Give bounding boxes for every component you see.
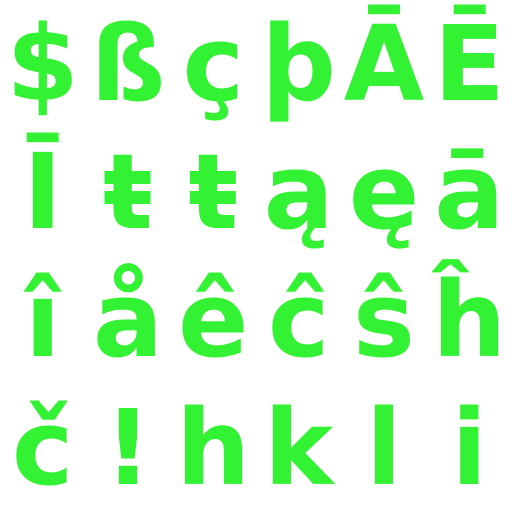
glyph-tile: l xyxy=(366,387,402,509)
glyph-tile: ę xyxy=(348,131,420,253)
glyph-tile: h xyxy=(176,387,251,509)
glyph-tile: ā xyxy=(434,131,505,253)
glyph-tile: ą xyxy=(263,131,334,253)
glyph-tile: Ī xyxy=(23,131,63,253)
glyph-tile: ß xyxy=(90,3,166,125)
glyph-tile: ç xyxy=(182,3,245,125)
glyph-tile: ĥ xyxy=(432,259,507,381)
glyph-tile: k xyxy=(264,387,334,509)
glyph-tile: ĉ xyxy=(267,259,330,381)
glyph-tile: Ē xyxy=(433,3,505,125)
glyph-tile: å xyxy=(92,259,164,381)
glyph-tile: Ā xyxy=(343,3,425,125)
glyph-sheet: $ ß ç þ Ā Ē Ī ŧ ŧ ą ę ā î å ê ĉ ŝ ĥ č ! … xyxy=(0,0,512,512)
glyph-tile: þ xyxy=(261,3,336,125)
glyph-tile: ŧ xyxy=(188,131,239,253)
glyph-tile: ŝ xyxy=(353,259,415,381)
glyph-tile: č xyxy=(11,387,74,509)
glyph-tile: î xyxy=(24,259,61,381)
glyph-tile: i xyxy=(451,387,488,509)
glyph-tile: ê xyxy=(178,259,249,381)
glyph-tile: ŧ xyxy=(103,131,153,253)
glyph-tile: $ xyxy=(6,3,79,125)
glyph-tile: ! xyxy=(104,387,152,509)
